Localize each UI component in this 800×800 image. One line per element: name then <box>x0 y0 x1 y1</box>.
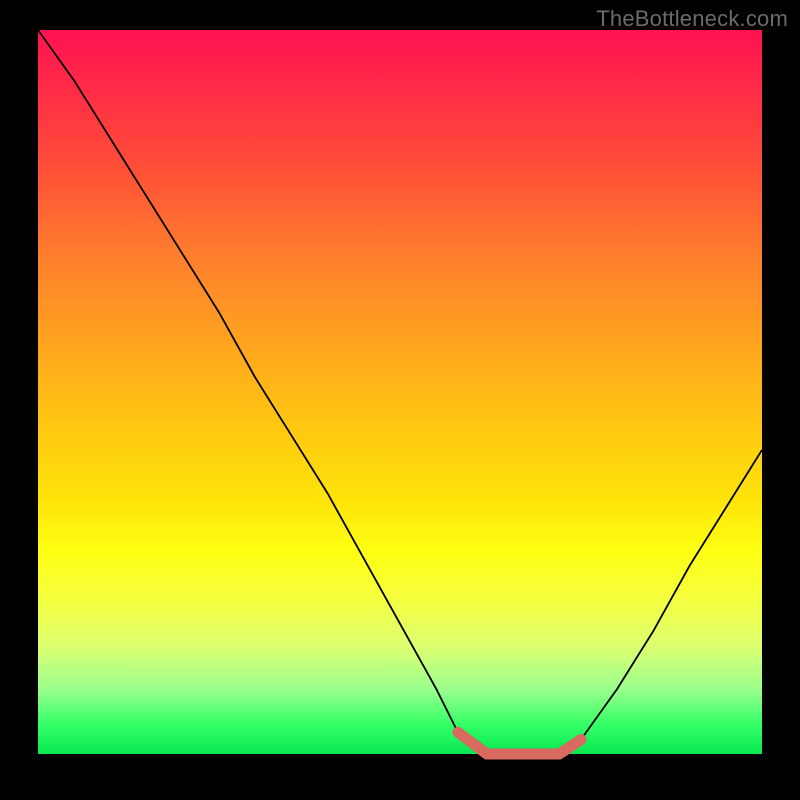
optimal-range-highlight <box>458 732 581 754</box>
chart-svg <box>38 30 762 754</box>
bottleneck-curve <box>38 30 762 754</box>
watermark-text: TheBottleneck.com <box>596 6 788 32</box>
chart-plot-area <box>38 30 762 754</box>
